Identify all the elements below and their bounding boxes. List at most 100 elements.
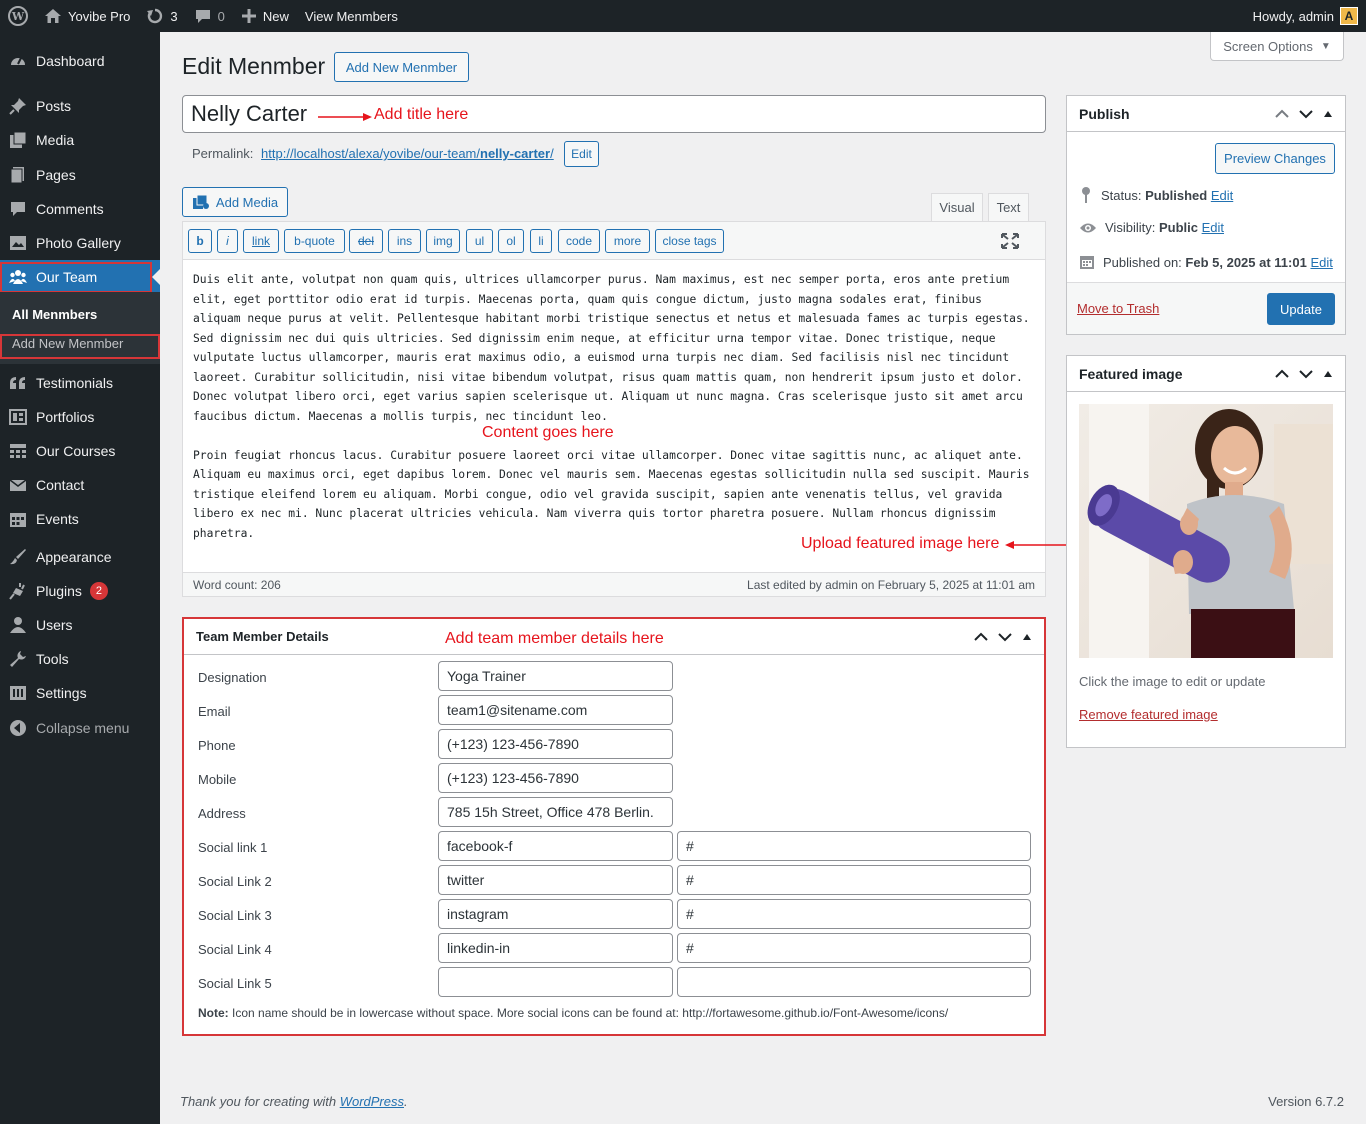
content-paragraph-2: Proin feugiat rhoncus lacus. Curabitur p… xyxy=(193,448,1030,540)
grid-icon xyxy=(8,441,28,461)
qt-code-button[interactable]: code xyxy=(558,229,600,253)
chevron-up-icon[interactable] xyxy=(1275,369,1289,379)
permalink-base: http://localhost/alexa/yovibe/our-team/ xyxy=(261,146,480,161)
post-title-value: Nelly Carter xyxy=(191,101,308,126)
social-link-2-url-input[interactable]: # xyxy=(677,865,1031,895)
sidebar-item-plugins[interactable]: Plugins 2 xyxy=(0,574,160,608)
status-value: Published xyxy=(1145,187,1208,203)
updates-link[interactable]: 3 xyxy=(138,0,185,32)
fullscreen-icon[interactable] xyxy=(1001,233,1019,249)
tab-visual[interactable]: Visual xyxy=(931,193,983,221)
toggle-panel-icon[interactable] xyxy=(1323,110,1333,118)
permalink-link[interactable]: http://localhost/alexa/yovibe/our-team/n… xyxy=(261,146,554,161)
sidebar-item-testimonials[interactable]: Testimonials xyxy=(0,366,160,400)
social-link-1-icon-input[interactable]: facebook-f xyxy=(438,831,673,861)
chevron-down-icon[interactable] xyxy=(1299,369,1313,379)
qt-ol-button[interactable]: ol xyxy=(498,229,524,253)
comments-link[interactable]: 0 xyxy=(186,0,233,32)
update-button[interactable]: Update xyxy=(1267,293,1335,325)
quicktags-toolbar: b i link b-quote del ins img ul ol li co… xyxy=(183,222,1045,260)
preview-changes-button[interactable]: Preview Changes xyxy=(1215,143,1335,174)
screen-options-button[interactable]: Screen Options ▼ xyxy=(1210,32,1344,61)
social-link-4-icon-value: linkedin-in xyxy=(447,940,511,956)
chevron-down-icon[interactable] xyxy=(1299,109,1313,119)
sidebar-item-pages[interactable]: Pages xyxy=(0,158,160,192)
page-title: Edit Menmber xyxy=(182,53,326,79)
sidebar-item-portfolios[interactable]: Portfolios xyxy=(0,400,160,434)
qt-blockquote-button[interactable]: b-quote xyxy=(284,229,345,253)
publish-actions: Move to Trash Update xyxy=(1067,282,1345,334)
sidebar-item-tools[interactable]: Tools xyxy=(0,642,160,676)
social-link-2-icon-input[interactable]: twitter xyxy=(438,865,673,895)
sidebar-item-events[interactable]: Events xyxy=(0,502,160,536)
published-edit-link[interactable]: Edit xyxy=(1310,255,1332,270)
email-input[interactable]: team1@sitename.com xyxy=(438,695,673,725)
sidebar-item-label: Appearance xyxy=(36,549,112,565)
chevron-up-icon[interactable] xyxy=(1275,109,1289,119)
mobile-input[interactable]: (+123) 123-456-7890 xyxy=(438,763,673,793)
email-label: Email xyxy=(198,704,231,719)
address-input[interactable]: 785 15h Street, Office 478 Berlin. xyxy=(438,797,673,827)
featured-image-photo[interactable] xyxy=(1079,404,1333,658)
chevron-down-icon[interactable] xyxy=(998,632,1012,642)
chevron-up-icon[interactable] xyxy=(974,632,988,642)
toggle-panel-icon[interactable] xyxy=(1323,370,1333,378)
qt-bold-button[interactable]: b xyxy=(188,229,212,253)
permalink-edit-button[interactable]: Edit xyxy=(564,141,599,167)
toggle-panel-icon[interactable] xyxy=(1022,633,1032,641)
qt-img-button[interactable]: img xyxy=(426,229,460,253)
qt-ins-button[interactable]: ins xyxy=(388,229,421,253)
social-link-3-icon-input[interactable]: instagram xyxy=(438,899,673,929)
collapse-menu-button[interactable]: Collapse menu xyxy=(0,711,160,745)
mobile-value: (+123) 123-456-7890 xyxy=(447,770,579,786)
post-title-input[interactable]: Nelly Carter xyxy=(182,95,1046,133)
sidebar-item-users[interactable]: Users xyxy=(0,608,160,642)
sidebar-item-comments[interactable]: Comments xyxy=(0,192,160,226)
qt-close-tags-button[interactable]: close tags xyxy=(655,229,724,253)
designation-input[interactable]: Yoga Trainer xyxy=(438,661,673,691)
sidebar-item-photo-gallery[interactable]: Photo Gallery xyxy=(0,226,160,260)
media-icon xyxy=(8,130,28,150)
visibility-edit-link[interactable]: Edit xyxy=(1202,220,1224,235)
qt-link-button[interactable]: link xyxy=(243,229,279,253)
social-link-4-url-input[interactable]: # xyxy=(677,933,1031,963)
sidebar-item-settings[interactable]: Settings xyxy=(0,676,160,710)
status-edit-link[interactable]: Edit xyxy=(1211,188,1233,203)
social-link-1-url-input[interactable]: # xyxy=(677,831,1031,861)
submenu-all-members[interactable]: All Menmbers xyxy=(12,307,97,322)
social-link-3-url-input[interactable]: # xyxy=(677,899,1031,929)
qt-italic-button[interactable]: i xyxy=(217,229,238,253)
tab-text[interactable]: Text xyxy=(988,193,1029,221)
social-link-5-url-input[interactable] xyxy=(677,967,1031,997)
social-link-5-icon-input[interactable] xyxy=(438,967,673,997)
view-members-link[interactable]: View Menmbers xyxy=(297,0,406,32)
sidebar-item-media[interactable]: Media xyxy=(0,123,160,157)
sidebar-item-contact[interactable]: Contact xyxy=(0,468,160,502)
phone-input[interactable]: (+123) 123-456-7890 xyxy=(438,729,673,759)
remove-featured-image-link[interactable]: Remove featured image xyxy=(1079,707,1218,722)
new-content-link[interactable]: New xyxy=(233,0,297,32)
sidebar-item-dashboard[interactable]: Dashboard xyxy=(0,44,160,78)
home-icon xyxy=(45,9,61,23)
add-media-button[interactable]: Add Media xyxy=(182,187,288,217)
site-name-link[interactable]: Yovibe Pro xyxy=(36,0,138,32)
my-account[interactable]: Howdy, admin A xyxy=(1253,7,1366,25)
qt-del-button[interactable]: del xyxy=(349,229,383,253)
pin-icon xyxy=(1082,187,1090,203)
sidebar-item-posts[interactable]: Posts xyxy=(0,89,160,123)
sidebar-item-appearance[interactable]: Appearance xyxy=(0,540,160,574)
move-to-trash-link[interactable]: Move to Trash xyxy=(1077,301,1159,316)
wp-logo-menu[interactable]: W xyxy=(0,0,36,32)
qt-li-button[interactable]: li xyxy=(530,229,552,253)
wordpress-link[interactable]: WordPress xyxy=(340,1094,404,1109)
qt-more-button[interactable]: more xyxy=(605,229,650,253)
social-link-3-icon-value: instagram xyxy=(447,906,509,922)
sidebar-item-our-courses[interactable]: Our Courses xyxy=(0,434,160,468)
add-new-member-button[interactable]: Add New Menmber xyxy=(334,52,469,82)
phone-value: (+123) 123-456-7890 xyxy=(447,736,579,752)
publish-header: Publish xyxy=(1067,96,1345,132)
content-textarea[interactable]: Duis elit ante, volutpat non quam quis, … xyxy=(193,270,1033,563)
qt-ul-button[interactable]: ul xyxy=(466,229,493,253)
social-link-4-icon-input[interactable]: linkedin-in xyxy=(438,933,673,963)
howdy-text: Howdy, admin xyxy=(1252,8,1334,24)
